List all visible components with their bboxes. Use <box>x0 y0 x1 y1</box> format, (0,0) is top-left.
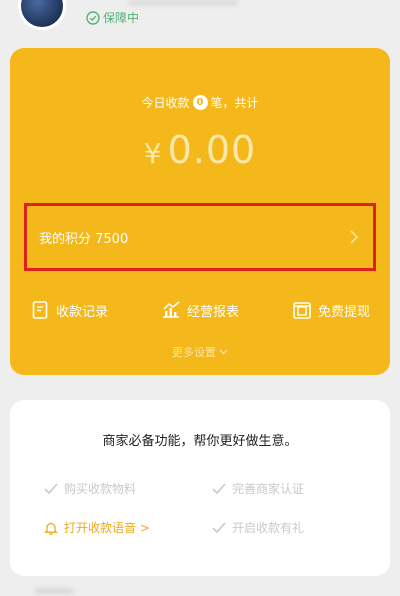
today-count-badge: 0 <box>192 95 208 110</box>
receipt-icon <box>32 301 48 319</box>
today-summary: 今日收款 0 笔，共计 <box>10 94 390 111</box>
feature-payment-voice[interactable]: 打开收款语音 > <box>44 519 212 536</box>
feature-buy-materials[interactable]: 购买收款物料 <box>44 480 212 497</box>
more-settings-toggle[interactable]: 更多设置 <box>10 344 390 360</box>
shield-icon <box>86 10 100 25</box>
bell-icon <box>44 522 58 535</box>
today-prefix: 今日收款 <box>141 96 190 110</box>
points-label: 我的积分 7500 <box>39 231 129 247</box>
avatar[interactable] <box>18 0 66 30</box>
check-icon <box>212 482 226 494</box>
payment-records-button[interactable]: 收款记录 <box>30 300 108 320</box>
feature-label: 购买收款物料 <box>64 482 137 496</box>
feature-label: 打开收款语音 > <box>64 521 150 535</box>
free-withdraw-label: 免费提现 <box>317 304 370 320</box>
today-amount: ¥ 0.00 <box>10 128 390 172</box>
withdraw-icon <box>293 302 311 319</box>
currency-symbol: ¥ <box>143 137 162 170</box>
protection-status[interactable]: 保障中 <box>86 9 139 26</box>
free-withdraw-button[interactable]: 免费提现 <box>292 300 370 320</box>
quick-actions: 收款记录 经营报表 免费提现 <box>30 300 370 320</box>
bottom-blurred-text <box>34 588 74 594</box>
check-icon <box>44 482 58 494</box>
merchant-features-card: 商家必备功能，帮你更好做生意。 购买收款物料 完善商家认证 打开收款语音 > 开… <box>10 400 390 576</box>
payment-card: 今日收款 0 笔，共计 ¥ 0.00 我的积分 7500 收款记录 经营报表 免… <box>10 48 390 375</box>
features-title: 商家必备功能，帮你更好做生意。 <box>102 434 298 449</box>
features-list: 购买收款物料 完善商家认证 打开收款语音 > 开启收款有礼 <box>44 480 378 536</box>
profile-header: 保障中 <box>0 0 400 42</box>
merchant-name-blurred <box>128 0 238 6</box>
today-suffix: 笔，共计 <box>210 96 259 110</box>
business-report-button[interactable]: 经营报表 <box>161 300 239 320</box>
feature-label: 完善商家认证 <box>232 482 305 496</box>
report-chart-icon <box>162 301 180 318</box>
chevron-right-icon <box>350 230 359 244</box>
chevron-down-icon <box>219 349 228 355</box>
feature-payment-gift[interactable]: 开启收款有礼 <box>212 519 380 536</box>
feature-label: 开启收款有礼 <box>232 521 305 535</box>
more-settings-label: 更多设置 <box>172 346 216 359</box>
feature-merchant-verify[interactable]: 完善商家认证 <box>212 480 380 497</box>
amount-value: 0.00 <box>167 128 257 172</box>
protection-label: 保障中 <box>103 11 140 25</box>
business-report-label: 经营报表 <box>186 304 239 320</box>
payment-records-label: 收款记录 <box>56 304 109 320</box>
my-points-row[interactable]: 我的积分 7500 <box>24 203 376 271</box>
check-icon <box>212 521 226 533</box>
